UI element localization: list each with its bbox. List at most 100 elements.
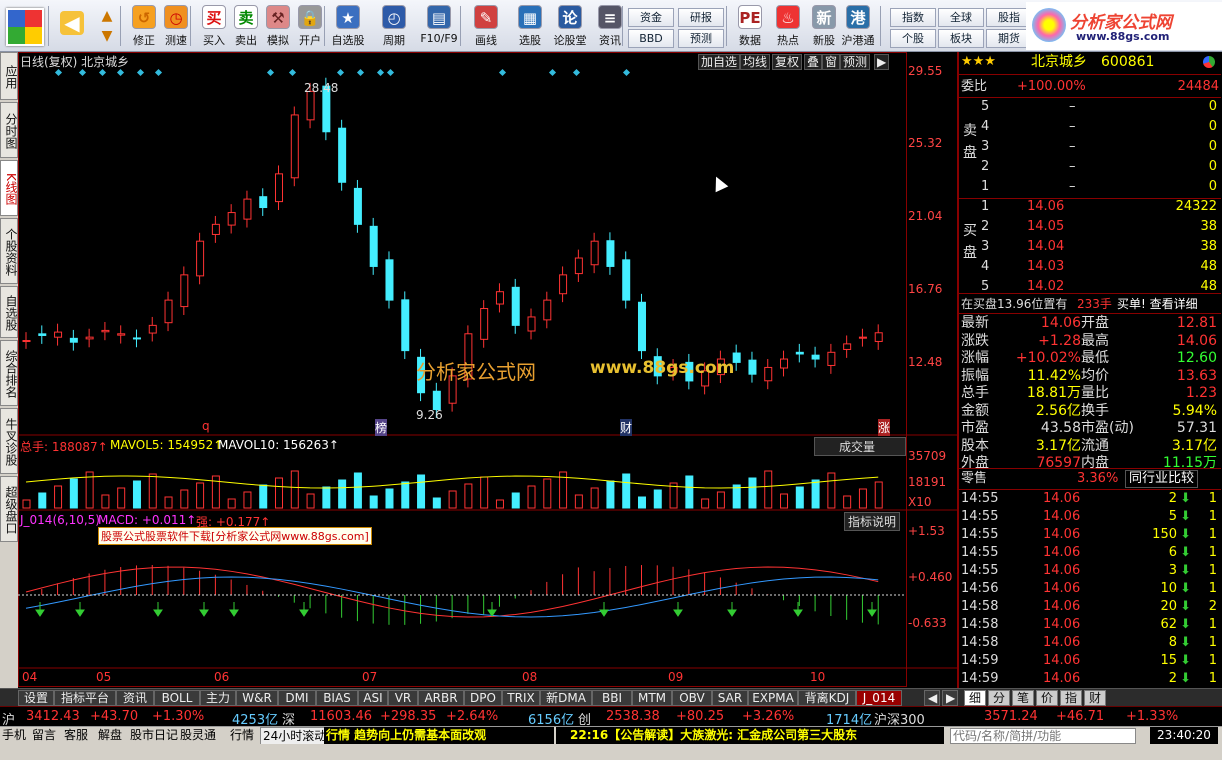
status-item-7[interactable]: 24小时滚动 xyxy=(260,727,330,745)
nav-up-down[interactable]: ▲ ▼ xyxy=(96,6,118,46)
industry-compare-button[interactable]: 同行业比较 xyxy=(1125,470,1199,488)
indicator-tab-14[interactable]: BBI xyxy=(592,690,632,706)
pie-chart-icon[interactable] xyxy=(1203,56,1215,68)
hot-button[interactable]: ♨ 热点 xyxy=(770,3,806,49)
bid-row-2[interactable]: 2 14.05 38 xyxy=(959,218,1221,236)
back-button[interactable]: ◀ xyxy=(54,3,90,49)
indicator-tab-6[interactable]: DMI xyxy=(278,690,316,706)
indicator-tab-7[interactable]: BIAS xyxy=(316,690,358,706)
sim-button[interactable]: ⚒ 模拟 xyxy=(260,3,296,49)
chart-btn-forecast[interactable]: 预测 xyxy=(840,54,871,70)
status-item-5[interactable]: 股灵通 xyxy=(180,727,216,745)
indicator-tab-4[interactable]: 主力 xyxy=(200,690,236,706)
status-item-3[interactable]: 解盘 xyxy=(98,727,122,745)
indicator-tab-8[interactable]: ASI xyxy=(358,690,388,706)
ask-row-4[interactable]: 4 – 0 xyxy=(959,118,1221,136)
sell-button[interactable]: 卖卖出 xyxy=(228,3,264,49)
data-button[interactable]: PE 数据 xyxy=(732,3,768,49)
indicator-tab-1[interactable]: 指标平台 xyxy=(54,690,116,706)
bid-row-1[interactable]: 1 14.06 24322 xyxy=(959,198,1221,216)
status-item-2[interactable]: 客服 xyxy=(64,727,88,745)
side-tab-profile[interactable]: 个股资料 xyxy=(0,218,18,284)
draw-button[interactable]: ✎ 画线 xyxy=(468,3,504,49)
chart-btn-expand[interactable]: ▶ xyxy=(874,54,890,70)
indicator-tab-11[interactable]: DPO xyxy=(464,690,502,706)
indicator-tab-9[interactable]: VR xyxy=(388,690,418,706)
indicator-tab-3[interactable]: BOLL xyxy=(154,690,200,706)
macd-banner[interactable]: 股票公式股票软件下载[分析家公式网www.88gs.com] xyxy=(98,527,372,545)
scroll-left-icon[interactable]: ◀ xyxy=(924,690,940,706)
quote-tab-4[interactable]: 指 xyxy=(1060,690,1082,706)
indicator-tab-12[interactable]: TRIX xyxy=(502,690,540,706)
status-item-1[interactable]: 留言 xyxy=(32,727,56,745)
chart-btn-ma[interactable]: 均线 xyxy=(740,54,771,70)
kline-chart[interactable]: 日线(复权) 北京城乡 加自选 均线 复权 叠 窗 预测 ▶ 29.55 25.… xyxy=(18,52,958,688)
quote-tab-2[interactable]: 笔 xyxy=(1012,690,1034,706)
f10-button[interactable]: ▤ F10/F9 xyxy=(416,3,462,49)
search-input[interactable] xyxy=(950,728,1136,744)
quote-tab-3[interactable]: 价 xyxy=(1036,690,1058,706)
status-item-0[interactable]: 手机 xyxy=(2,727,26,745)
ask-row-3[interactable]: 3 – 0 xyxy=(959,138,1221,156)
marker-q[interactable]: q xyxy=(202,419,210,433)
indicator-tab-18[interactable]: EXPMA xyxy=(748,690,798,706)
news-headline-1[interactable]: 行情 趋势向上仍需基本面改观 xyxy=(324,727,554,745)
ask-row-5[interactable]: 5 – 0 xyxy=(959,98,1221,116)
chart-btn-add-watch[interactable]: 加自选 xyxy=(698,54,741,70)
quote-tab-5[interactable]: 财 xyxy=(1084,690,1106,706)
ipo-button[interactable]: 新新股 xyxy=(806,3,842,49)
toolbar-text-btn-2[interactable]: 研报 xyxy=(678,8,724,27)
indicator-tab-13[interactable]: 新DMA xyxy=(540,690,592,706)
status-item-4[interactable]: 股市日记 xyxy=(130,727,178,745)
indicator-tab-19[interactable]: 背离KDJ xyxy=(798,690,856,706)
side-tab-orderbook[interactable]: 超级盘口 xyxy=(0,476,18,542)
indicator-tab-16[interactable]: OBV xyxy=(672,690,712,706)
indicator-tab-15[interactable]: MTM xyxy=(632,690,672,706)
side-tab-kline[interactable]: K线图 xyxy=(0,160,18,216)
side-tab-ranking[interactable]: 综合排名 xyxy=(0,340,18,406)
volume-indicator-select[interactable]: 成交量 xyxy=(814,437,906,456)
quote-tab-1[interactable]: 分 xyxy=(988,690,1010,706)
period-button[interactable]: ◴ 周期 xyxy=(376,3,412,49)
toolbar-text-btn-6[interactable]: 全球 xyxy=(938,8,984,27)
side-tab-diagnosis[interactable]: 牛叉诊股 xyxy=(0,408,18,474)
status-item-6[interactable]: 行情 xyxy=(230,727,254,745)
toolbar-text-btn-0[interactable]: 资金 xyxy=(628,8,674,27)
modify-button[interactable]: ↺ 修正 xyxy=(126,3,162,49)
test-button[interactable]: ◷ 测速 xyxy=(158,3,194,49)
hk-button[interactable]: 港沪港通 xyxy=(840,3,876,49)
indicator-tab-0[interactable]: 设置 xyxy=(18,690,54,706)
open-button[interactable]: 🔒 开户 xyxy=(292,3,328,49)
side-tab-intraday[interactable]: 分时图 xyxy=(0,102,18,158)
forum-button[interactable]: 论论股堂 xyxy=(552,3,588,49)
toolbar-text-btn-5[interactable]: 个股 xyxy=(890,29,936,48)
ask-row-1[interactable]: 1 – 0 xyxy=(959,178,1221,196)
pick-button[interactable]: ▦ 选股 xyxy=(512,3,548,49)
news-headline-2[interactable]: 22:16【公告解读】大族激光: 汇金成公司第三大股东 xyxy=(556,727,944,745)
marker-bang[interactable]: 榜 xyxy=(375,419,388,436)
chart-btn-overlay[interactable]: 叠 xyxy=(804,54,823,70)
indicator-tab-10[interactable]: ARBR xyxy=(418,690,464,706)
indicator-help-button[interactable]: 指标说明 xyxy=(844,512,901,531)
side-tab-watchlist[interactable]: 自选股 xyxy=(0,286,18,338)
ask-row-2[interactable]: 2 – 0 xyxy=(959,158,1221,176)
bid-row-3[interactable]: 3 14.04 38 xyxy=(959,238,1221,256)
toolbar-text-btn-4[interactable]: 指数 xyxy=(890,8,936,27)
bid-row-4[interactable]: 4 14.03 48 xyxy=(959,258,1221,276)
indicator-tab-2[interactable]: 资讯 xyxy=(116,690,154,706)
chart-btn-window[interactable]: 窗 xyxy=(822,54,841,70)
toolbar-text-btn-7[interactable]: 板块 xyxy=(938,29,984,48)
view-detail-link[interactable]: 买单! 查看详细 xyxy=(1117,295,1198,313)
buy-button[interactable]: 买买入 xyxy=(196,3,232,49)
side-tab-apps[interactable]: 应用 xyxy=(0,52,18,100)
indicator-tab-20[interactable]: J_014 xyxy=(856,690,902,706)
marker-zhang[interactable]: 涨 xyxy=(878,419,891,436)
toolbar-text-btn-1[interactable]: BBD xyxy=(628,29,674,48)
toolbar-text-btn-3[interactable]: 预测 xyxy=(678,29,724,48)
watch-button[interactable]: ★ 自选股 xyxy=(330,3,366,49)
indicator-tab-17[interactable]: SAR xyxy=(712,690,748,706)
chart-btn-adjust[interactable]: 复权 xyxy=(772,54,803,70)
quote-tab-0[interactable]: 细 xyxy=(964,690,986,706)
marker-cai[interactable]: 财 xyxy=(620,419,633,436)
scroll-right-icon[interactable]: ▶ xyxy=(942,690,958,706)
